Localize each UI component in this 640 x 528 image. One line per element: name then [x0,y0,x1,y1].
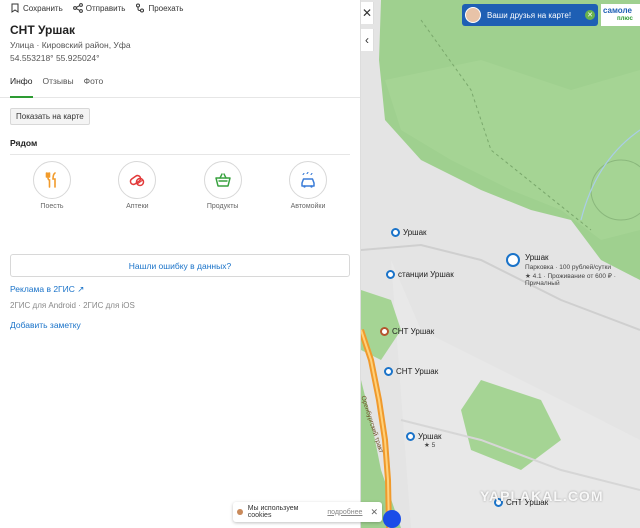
nearby-food[interactable]: Поесть [27,161,77,210]
card-toolbar: Сохранить Отправить Проехать [0,0,360,16]
app-links: 2ГИС для Android · 2ГИС для iOS [10,301,135,310]
fork-knife-icon [45,172,56,188]
map-pin-selected[interactable] [380,327,389,336]
save-button[interactable]: Сохранить [10,0,63,16]
place-card-panel: Сохранить Отправить Проехать СНТ Уршак У… [0,0,361,528]
route-button[interactable]: Проехать [135,0,183,16]
map-label-snt-selected: СНТ Уршак [392,327,435,336]
nearby-pharmacy-label: Аптеки [126,203,149,210]
android-app-link[interactable]: 2ГИС для Android [10,301,76,310]
map-pin-ursak-2[interactable] [406,432,415,441]
map-pin-ursak[interactable] [391,228,400,237]
nearby-food-label: Поесть [40,203,64,210]
map-label-ursak-2: Уршак [418,432,442,441]
place-coordinates[interactable]: 54.553218° 55.925024° [0,53,360,63]
map-close-button[interactable]: ✕ [361,2,374,24]
close-icon: ✕ [361,6,373,20]
share-button[interactable]: Отправить [72,0,126,16]
route-label: Проехать [148,3,184,13]
show-on-map-button[interactable]: Показать на карте [10,108,90,125]
cookie-text: Мы используем cookies [247,505,299,519]
car-wash-icon [301,171,315,188]
nearby-groceries[interactable]: Продукты [198,161,248,210]
nearby-food-circle [33,161,71,199]
brand-plus: плюс [617,16,633,22]
page-title: СНТ Уршак [10,23,76,37]
parking-info: Парковка · 100 рублей/сутки [525,264,612,271]
map-label-station: станции Уршак [398,270,454,279]
cookie-icon [237,509,243,515]
cookie-banner: Мы используем cookies подробнее ✕ [233,502,382,522]
map-label-snt: СНТ Уршак [396,367,439,376]
map-pin-station[interactable] [386,270,395,279]
cookie-more-link[interactable]: подробнее [327,509,362,516]
nearby-carwash-label: Автомойки [290,203,326,210]
tab-photos[interactable]: Фото [84,76,104,97]
route-icon [136,3,145,13]
report-error-button[interactable]: Нашли ошибку в данных? [10,254,350,277]
divider [10,154,350,155]
nearby-list: Поесть Аптеки Продукты Автомойки [10,161,350,210]
map-pin-parking[interactable] [506,253,520,267]
friends-on-map-banner[interactable]: Ваши друзья на карте! ✕ [462,4,598,26]
share-label: Отправить [85,3,126,13]
ios-app-link[interactable]: 2ГИС для iOS [83,301,135,310]
cookie-close-icon[interactable]: ✕ [370,507,378,518]
add-note-link[interactable]: Добавить заметку [10,320,81,330]
parking-rating: ★ 4.1 · Проживание от 600 ₽ · [525,273,616,280]
map-pin-snt[interactable] [384,367,393,376]
pill-icon [130,174,145,187]
parking-street: Причалный [525,280,560,287]
share-icon [72,3,83,13]
nearby-groceries-circle [203,161,242,199]
map-label-parking: Уршак [525,253,549,262]
tab-reviews[interactable]: Отзывы [43,76,74,97]
tab-info[interactable]: Инфо [10,76,33,98]
watermark: YAPLAKAL.COM [480,488,604,504]
ad-link[interactable]: Реклама в 2ГИС ↗ [10,284,84,295]
chevron-left-icon: ‹ [365,33,369,47]
map-label-ursak: Уршак [403,228,427,237]
map-label-ursak-2-rating: ★ 5 [424,442,436,449]
samolet-plus-ad[interactable]: самоле плюс [601,4,640,26]
bookmark-icon [11,3,19,13]
place-subtitle: Улица · Кировский район, Уфа [10,40,131,50]
promo-text: Ваши друзья на карте! [487,10,572,20]
nearby-carwash[interactable]: Автомойки [283,161,333,210]
avatar [465,7,481,23]
nearby-pharmacy[interactable]: Аптеки [112,161,162,210]
card-tabs: Инфо Отзывы Фото [0,76,360,98]
map-view[interactable]: ✕ ‹ Ваши друзья на карте! ✕ самоле плюс … [361,0,640,528]
brand-name: самоле [603,6,632,15]
nearby-carwash-circle [288,161,327,199]
my-location-marker[interactable] [383,510,401,528]
save-label: Сохранить [23,3,63,13]
basket-icon [214,173,231,187]
promo-badge-icon[interactable]: ✕ [585,10,595,20]
nearby-pharmacy-circle [118,161,157,199]
nearby-title: Рядом [10,138,38,148]
collapse-panel-button[interactable]: ‹ [361,29,374,51]
nearby-groceries-label: Продукты [206,203,239,210]
